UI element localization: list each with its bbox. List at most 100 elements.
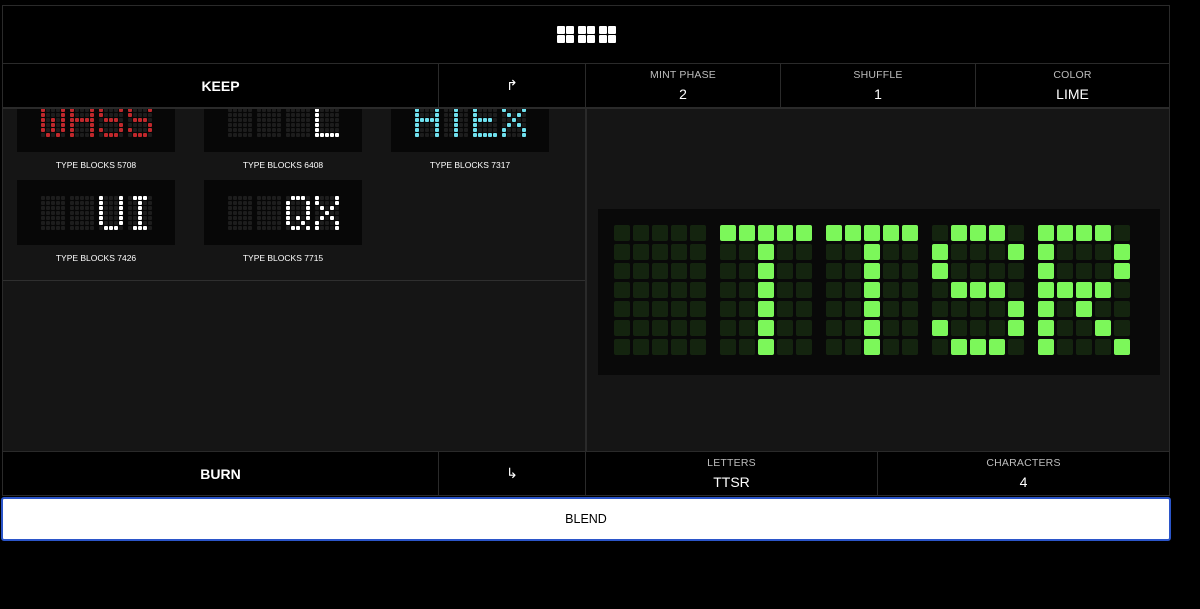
matrix-dot [477, 122, 482, 127]
matrix-dot [89, 195, 94, 200]
matrix-dot [295, 200, 300, 205]
blend-button-label: BLEND [565, 512, 607, 526]
matrix-dot-lit [60, 112, 65, 117]
matrix-dot-lit [482, 132, 487, 137]
matrix-dot [247, 195, 252, 200]
matrix-dot [671, 225, 687, 241]
stat-letters: LETTERS TTSR [585, 451, 878, 496]
matrix-dot-lit [477, 132, 482, 137]
matrix-dot [55, 215, 60, 220]
block-card[interactable]: TYPE BLOCKS 5708 [17, 109, 175, 170]
matrix-dot [108, 109, 113, 112]
matrix-dot [690, 244, 706, 260]
burn-arrow-button[interactable]: ↳ [438, 451, 586, 496]
keep-button[interactable]: KEEP [2, 63, 439, 108]
matrix-dot [295, 210, 300, 215]
matrix-dot-lit [137, 195, 142, 200]
block-card[interactable]: TYPE BLOCKS 7426 [17, 180, 175, 263]
matrix-dot [237, 132, 242, 137]
matrix-dot [256, 122, 261, 127]
matrix-dot-lit [1057, 282, 1073, 298]
matrix-dot [324, 220, 329, 225]
matrix-dot [319, 112, 324, 117]
matrix-dot-lit [60, 117, 65, 122]
matrix-dot [232, 195, 237, 200]
matrix-dot [458, 127, 463, 132]
burn-button[interactable]: BURN [2, 451, 439, 496]
matrix-dot [137, 127, 142, 132]
matrix-dot [463, 122, 468, 127]
matrix-dot [324, 117, 329, 122]
matrix-dot [132, 220, 137, 225]
matrix-dot [45, 117, 50, 122]
matrix-dot [227, 220, 232, 225]
blend-button[interactable]: BLEND [1, 497, 1171, 541]
matrix-dot-lit [137, 210, 142, 215]
matrix-dot [902, 282, 918, 298]
matrix-dot [290, 215, 295, 220]
matrix-dot [614, 339, 630, 355]
matrix-dot [84, 127, 89, 132]
matrix-dot [103, 220, 108, 225]
matrix-dot [1008, 225, 1024, 241]
matrix-dot [290, 127, 295, 132]
matrix-dot-lit [1038, 282, 1054, 298]
matrix-dot [227, 200, 232, 205]
matrix-dot-lit [329, 215, 334, 220]
matrix-dot [132, 127, 137, 132]
matrix-dot [826, 263, 842, 279]
matrix-dot [137, 112, 142, 117]
matrix-dot-lit [429, 117, 434, 122]
block-card[interactable]: TYPE BLOCKS 7317 [391, 109, 549, 170]
matrix-dot [113, 215, 118, 220]
matrix-dot-lit [60, 127, 65, 132]
matrix-dot [256, 112, 261, 117]
matrix-dot [45, 200, 50, 205]
matrix-dot [74, 225, 79, 230]
matrix-dot-lit [295, 225, 300, 230]
matrix-dot [261, 195, 266, 200]
matrix-dot [295, 205, 300, 210]
matrix-dot [300, 112, 305, 117]
block-card[interactable]: TYPE BLOCKS 6408 [204, 109, 362, 170]
matrix-dot [142, 205, 147, 210]
grid-logo-icon[interactable] [556, 26, 616, 43]
matrix-dot [652, 301, 668, 317]
blocks-gallery: TYPE BLOCKS 5708 TYPE BLOCKS 6408 TYPE B… [2, 108, 586, 452]
matrix-dot [614, 301, 630, 317]
matrix-dot [826, 282, 842, 298]
matrix-dot-lit [300, 195, 305, 200]
matrix-dot-lit [414, 112, 419, 117]
matrix-dot [108, 220, 113, 225]
matrix-dot [242, 205, 247, 210]
matrix-dot [127, 220, 132, 225]
matrix-dot [242, 127, 247, 132]
block-card[interactable]: TYPE BLOCKS 7715 [204, 180, 362, 263]
matrix-dot [506, 132, 511, 137]
matrix-dot [492, 127, 497, 132]
matrix-dot-lit [113, 117, 118, 122]
matrix-dot [232, 127, 237, 132]
matrix-dot [305, 195, 310, 200]
matrix-dot-lit [758, 320, 774, 336]
matrix-dot-lit [89, 109, 94, 112]
matrix-dot [443, 112, 448, 117]
matrix-dot [242, 200, 247, 205]
keep-arrow-button[interactable]: ↱ [438, 63, 586, 108]
matrix-dot [232, 117, 237, 122]
matrix-dot-lit [434, 112, 439, 117]
matrix-dot [271, 117, 276, 122]
matrix-dot-lit [142, 225, 147, 230]
matrix-dot [463, 127, 468, 132]
matrix-dot-lit [40, 127, 45, 132]
matrix-dot [266, 225, 271, 230]
matrix-dot [300, 210, 305, 215]
matrix-dot [113, 122, 118, 127]
matrix-dot [334, 122, 339, 127]
matrix-dot-lit [334, 220, 339, 225]
matrix-dot-lit [414, 122, 419, 127]
matrix-dot [147, 215, 152, 220]
matrix-dot-lit [89, 127, 94, 132]
matrix-dot-lit [300, 220, 305, 225]
matrix-dot [74, 112, 79, 117]
